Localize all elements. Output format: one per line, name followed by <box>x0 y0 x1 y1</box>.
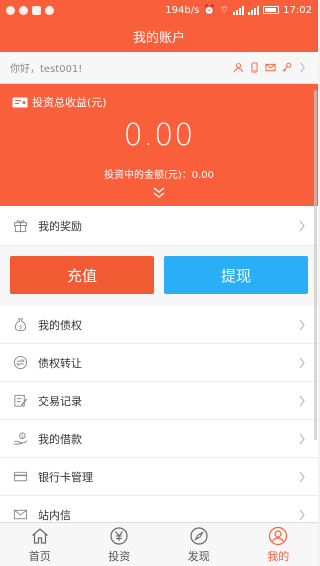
transfer-icon <box>12 355 28 371</box>
tab-invest[interactable]: 投资 <box>80 523 160 566</box>
chevron-right-icon <box>299 357 305 368</box>
envelope-icon <box>12 507 28 523</box>
tab-home[interactable]: 首页 <box>0 523 80 566</box>
expand-chevron-icon[interactable] <box>152 186 166 200</box>
circle-icon <box>45 5 54 15</box>
tab-label: 首页 <box>28 549 51 563</box>
greeting-text: 你好，test001! <box>10 64 83 75</box>
bank-card-icon <box>12 469 28 485</box>
signal-icon <box>233 5 245 15</box>
tab-label: 我的 <box>267 549 290 563</box>
chevron-right-icon <box>299 471 305 482</box>
chevron-right-icon <box>299 433 305 444</box>
chevron-right-icon <box>299 509 305 520</box>
menu-label: 我的债权 <box>38 318 82 332</box>
recharge-button[interactable]: 充值 <box>10 256 154 294</box>
menu-item-transactions[interactable]: 交易记录 <box>0 382 318 420</box>
income-title: 投资总收益(元) <box>32 96 107 109</box>
key-icon[interactable] <box>281 62 292 73</box>
hand-money-icon: $ <box>12 431 28 447</box>
signal2-icon <box>248 5 260 15</box>
wallet-icon <box>12 97 28 108</box>
money-bag-icon: $ <box>12 317 28 333</box>
sync-icon <box>19 5 28 15</box>
status-bar: 194b/s ⏰ ⌔ 17:02 <box>0 0 318 20</box>
compass-icon <box>190 526 208 545</box>
svg-text:$: $ <box>18 324 22 330</box>
scrollbar[interactable] <box>314 90 317 440</box>
menu-label: 银行卡管理 <box>38 470 93 484</box>
user-icon[interactable] <box>233 62 244 73</box>
svg-text:$: $ <box>21 434 24 439</box>
menu-item-bank-cards[interactable]: 银行卡管理 <box>0 458 318 496</box>
menu-label: 债权转让 <box>38 356 82 370</box>
menu-label: 交易记录 <box>38 394 82 408</box>
clock: 17:02 <box>283 4 312 16</box>
edit-record-icon <box>12 393 28 409</box>
menu-label: 我的借款 <box>38 432 82 446</box>
investing-amount: 投资中的金额(元)：0.00 <box>103 170 215 181</box>
income-summary: 投资总收益(元) 0.00 投资中的金额(元)：0.00 <box>0 84 318 206</box>
image-icon <box>32 5 41 15</box>
menu-item-my-loans[interactable]: $ 我的借款 <box>0 420 318 458</box>
user-profile-icon <box>269 526 288 545</box>
withdraw-button[interactable]: 提现 <box>164 256 308 294</box>
mail-icon[interactable] <box>265 62 276 73</box>
rewards-row[interactable]: 我的奖励 <box>0 206 318 246</box>
chevron-right-icon <box>299 220 305 231</box>
bottom-tab-bar: 首页 投资 发现 我的 <box>0 522 318 566</box>
chevron-right-icon <box>299 319 305 330</box>
greeting-bar: 你好，test001! <box>0 52 318 84</box>
alarm-icon: ⏰ <box>203 4 216 16</box>
battery-icon <box>263 6 280 14</box>
phone-icon[interactable] <box>249 62 260 73</box>
tab-label: 发现 <box>187 549 210 563</box>
gift-icon <box>12 218 28 234</box>
tab-mine[interactable]: 我的 <box>239 523 319 566</box>
tab-label: 投资 <box>108 549 131 563</box>
home-icon <box>31 527 48 544</box>
nav-bar: 我的账户 <box>0 20 318 52</box>
menu-item-claim-transfer[interactable]: 债权转让 <box>0 344 318 382</box>
chevron-right-icon[interactable] <box>297 62 308 73</box>
action-buttons: 充值 提现 <box>0 246 318 306</box>
menu-label: 站内信 <box>38 508 71 522</box>
menu-item-my-claims[interactable]: $ 我的债权 <box>0 306 318 344</box>
net-speed: 194b/s <box>165 4 200 16</box>
rewards-label: 我的奖励 <box>38 219 82 233</box>
page-title: 我的账户 <box>132 30 185 46</box>
chevron-right-icon <box>299 395 305 406</box>
tab-discover[interactable]: 发现 <box>159 523 239 566</box>
total-income-value: 0.00 <box>123 118 195 153</box>
notification-icon <box>6 5 15 15</box>
yuan-icon <box>110 526 128 545</box>
wifi-icon: ⌔ <box>219 4 230 16</box>
